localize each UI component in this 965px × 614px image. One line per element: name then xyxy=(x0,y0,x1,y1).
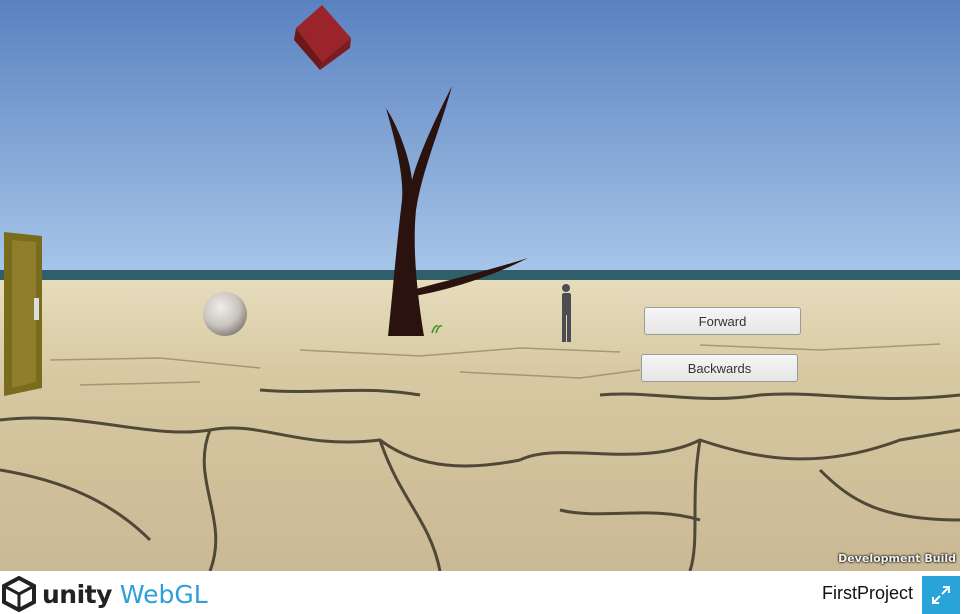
unity-webgl-logo: unity WebGL xyxy=(2,576,208,612)
footer-bar: unity WebGL FirstProject xyxy=(0,571,965,614)
fullscreen-button[interactable] xyxy=(922,576,960,614)
development-build-label: Development Build xyxy=(838,552,956,565)
unity-cube-icon xyxy=(2,576,36,612)
backwards-button[interactable]: Backwards xyxy=(641,354,798,382)
game-scene xyxy=(0,0,960,571)
game-canvas[interactable]: Forward Backwards Development Build xyxy=(0,0,960,571)
door xyxy=(4,232,42,396)
expand-arrows-icon xyxy=(932,586,950,604)
cracked-ground xyxy=(0,280,960,571)
webgl-wordmark: WebGL xyxy=(119,579,208,609)
stone-sphere xyxy=(203,292,247,336)
forward-button[interactable]: Forward xyxy=(644,307,801,335)
sky xyxy=(0,0,960,280)
project-title: FirstProject xyxy=(821,583,913,603)
unity-wordmark: unity xyxy=(42,579,112,609)
